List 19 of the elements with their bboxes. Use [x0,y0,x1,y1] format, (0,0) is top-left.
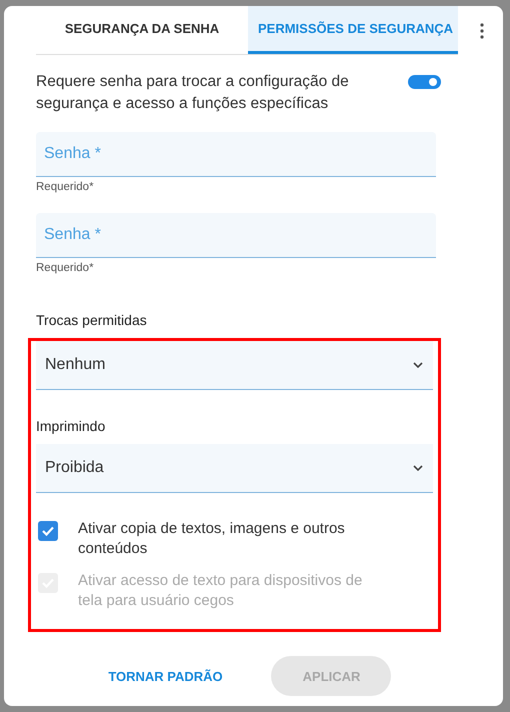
dropdown-select[interactable]: Proibida [36,444,433,493]
checkbox-label: Ativar acesso de texto para dispositivos de tela para usuário cegos [78,571,364,611]
check-icon [41,525,55,537]
checkbox-label: Ativar copia de textos, imagens e outros conteúdos [78,519,346,559]
password-field[interactable]: Senha * [36,213,436,258]
chevron-down-icon [413,465,423,471]
checkbox[interactable] [38,521,58,541]
password-field[interactable]: Senha * [36,132,436,177]
toggle-switch[interactable] [408,75,441,89]
helper-text: Requerido* [36,181,95,193]
tab[interactable]: SEGURANÇA DA SENHA [36,6,248,54]
section-label: Imprimindo [36,418,106,434]
more-options-icon[interactable] [478,22,486,38]
reset-button[interactable]: TORNAR PADRÃO [108,656,223,696]
require-password-label: Requere senha para trocar a configuração de segurança e acesso a funções específicas [36,72,350,114]
helper-text: Requerido* [36,262,95,274]
chevron-down-icon [413,362,423,368]
dropdown-select[interactable]: Nenhum [36,341,433,390]
section-label: Trocas permitidas [36,312,148,328]
